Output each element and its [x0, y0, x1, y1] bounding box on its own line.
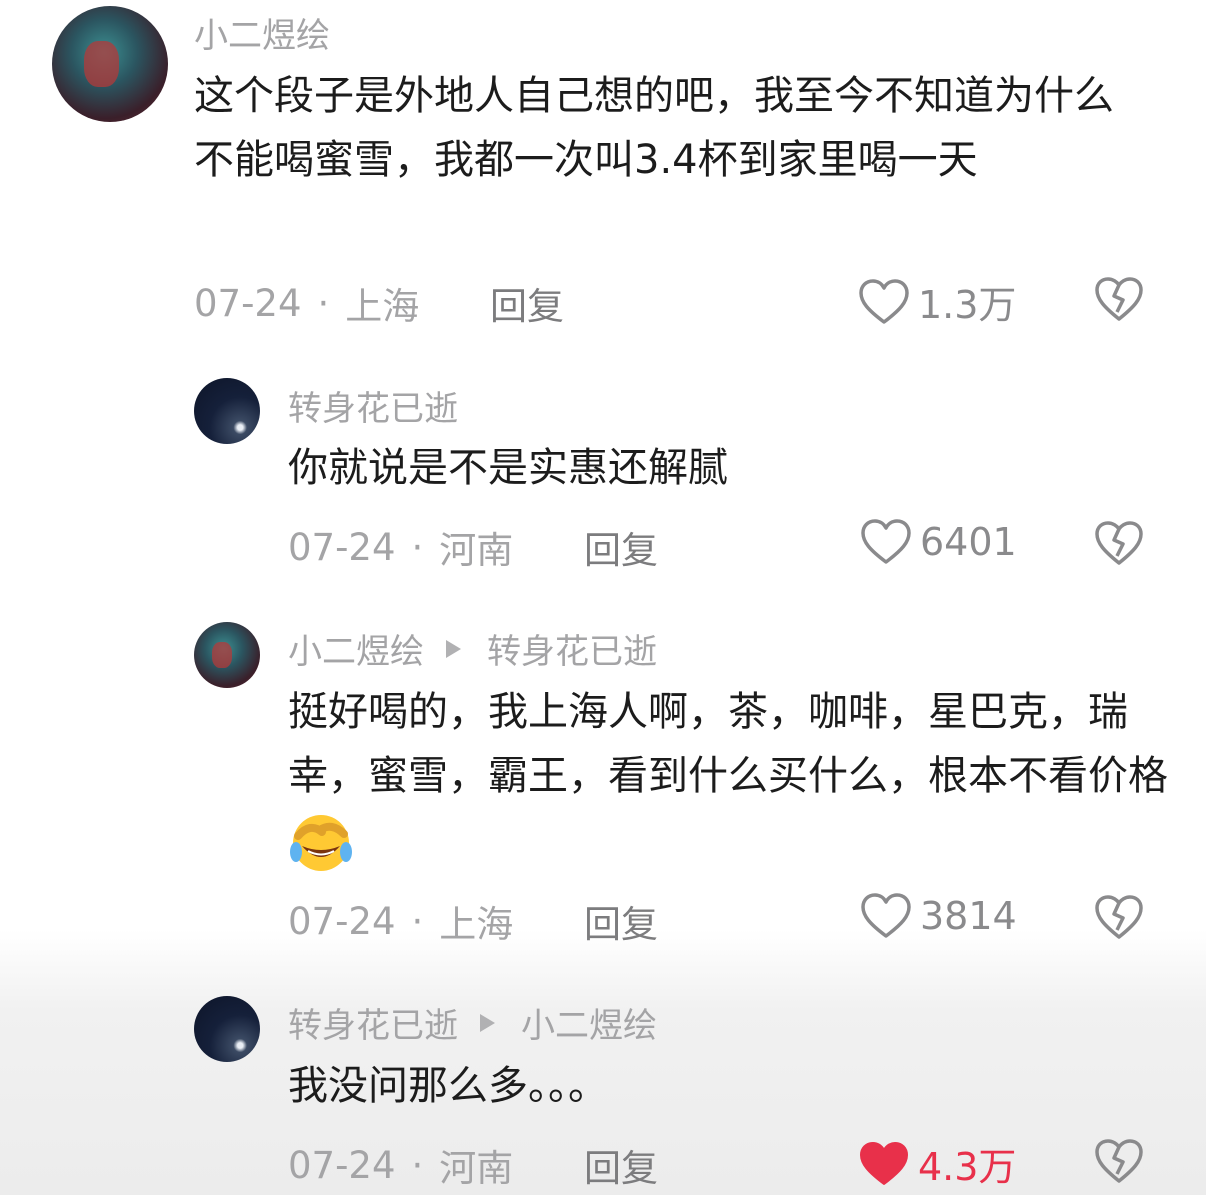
comment-text: 你就说是不是实惠还解腻 — [288, 445, 728, 491]
comment-location: 河南 — [439, 1147, 514, 1190]
like-button[interactable]: 4.3万 — [858, 1136, 1016, 1191]
comment-date: 07-24 — [288, 1143, 396, 1187]
face-with-tears-of-joy-icon — [288, 808, 354, 874]
play-triangle-icon — [446, 639, 461, 658]
heart-filled-icon — [860, 1141, 908, 1185]
username: 小二煜绘 转身花已逝 — [288, 624, 657, 673]
comment-text-body: 挺好喝的，我上海人啊，茶，咖啡，星巴克，瑞幸，蜜雪，霸王，看到什么买什么，根本不… — [288, 689, 1168, 799]
heart-outline-icon — [861, 893, 911, 938]
comment-text: 挺好喝的，我上海人啊，茶，咖啡，星巴克，瑞幸，蜜雪，霸王，看到什么买什么，根本不… — [288, 680, 1168, 879]
username[interactable]: 小二煜绘 — [194, 8, 330, 57]
comment-meta: 07-24 · 上海 — [288, 894, 513, 948]
avatar[interactable] — [52, 6, 168, 122]
reply-button[interactable]: 回复 — [490, 276, 564, 330]
username-link[interactable]: 转身花已逝 — [288, 998, 458, 1047]
separator-dot: · — [411, 1143, 424, 1187]
dislike-button[interactable] — [1094, 894, 1144, 944]
reply-button[interactable]: 回复 — [584, 894, 658, 948]
comment-location: 上海 — [439, 903, 514, 946]
separator-dot: · — [411, 525, 424, 569]
broken-heart-icon — [1095, 1139, 1143, 1183]
dislike-button[interactable] — [1094, 1138, 1144, 1188]
comment-text: 我没问那么多。。。 — [288, 1063, 608, 1109]
like-count: 4.3万 — [918, 1145, 1017, 1189]
avatar[interactable] — [194, 996, 260, 1062]
like-count: 3814 — [920, 894, 1017, 938]
comment-date: 07-24 — [288, 899, 396, 943]
heart-outline-icon — [859, 278, 909, 324]
comment-location: 上海 — [345, 285, 420, 328]
comment-meta: 07-24 · 河南 — [288, 520, 513, 574]
separator-dot: · — [411, 899, 424, 943]
reply-button[interactable]: 回复 — [584, 1138, 658, 1192]
reply-to-username[interactable]: 小二煜绘 — [521, 998, 657, 1047]
like-count: 1.3万 — [918, 283, 1017, 327]
reply-button[interactable]: 回复 — [584, 520, 658, 574]
separator-dot: · — [317, 281, 330, 325]
heart-outline-icon — [861, 519, 911, 564]
username-link[interactable]: 小二煜绘 — [288, 624, 424, 673]
avatar[interactable] — [194, 622, 260, 688]
like-button[interactable]: 3814 — [860, 892, 1017, 940]
broken-heart-icon — [1095, 277, 1143, 321]
broken-heart-icon — [1095, 895, 1143, 939]
comment-date: 07-24 — [194, 281, 302, 325]
username[interactable]: 转身花已逝 — [288, 381, 458, 430]
dislike-button[interactable] — [1094, 276, 1144, 326]
comment-location: 河南 — [439, 529, 514, 572]
comment-meta: 07-24 · 上海 — [194, 276, 419, 330]
comment-text: 这个段子是外地人自己想的吧，我至今不知道为什么不能喝蜜雪，我都一次叫3.4杯到家… — [194, 73, 1114, 183]
broken-heart-icon — [1095, 521, 1143, 565]
like-button[interactable]: 1.3万 — [858, 274, 1016, 329]
username: 转身花已逝 小二煜绘 — [288, 998, 657, 1047]
like-button[interactable]: 6401 — [860, 518, 1017, 566]
like-count: 6401 — [920, 520, 1017, 564]
reply-to-username[interactable]: 转身花已逝 — [487, 624, 657, 673]
avatar[interactable] — [194, 378, 260, 444]
play-triangle-icon — [480, 1013, 495, 1032]
dislike-button[interactable] — [1094, 520, 1144, 570]
comment-meta: 07-24 · 河南 — [288, 1138, 513, 1192]
comment-date: 07-24 — [288, 525, 396, 569]
